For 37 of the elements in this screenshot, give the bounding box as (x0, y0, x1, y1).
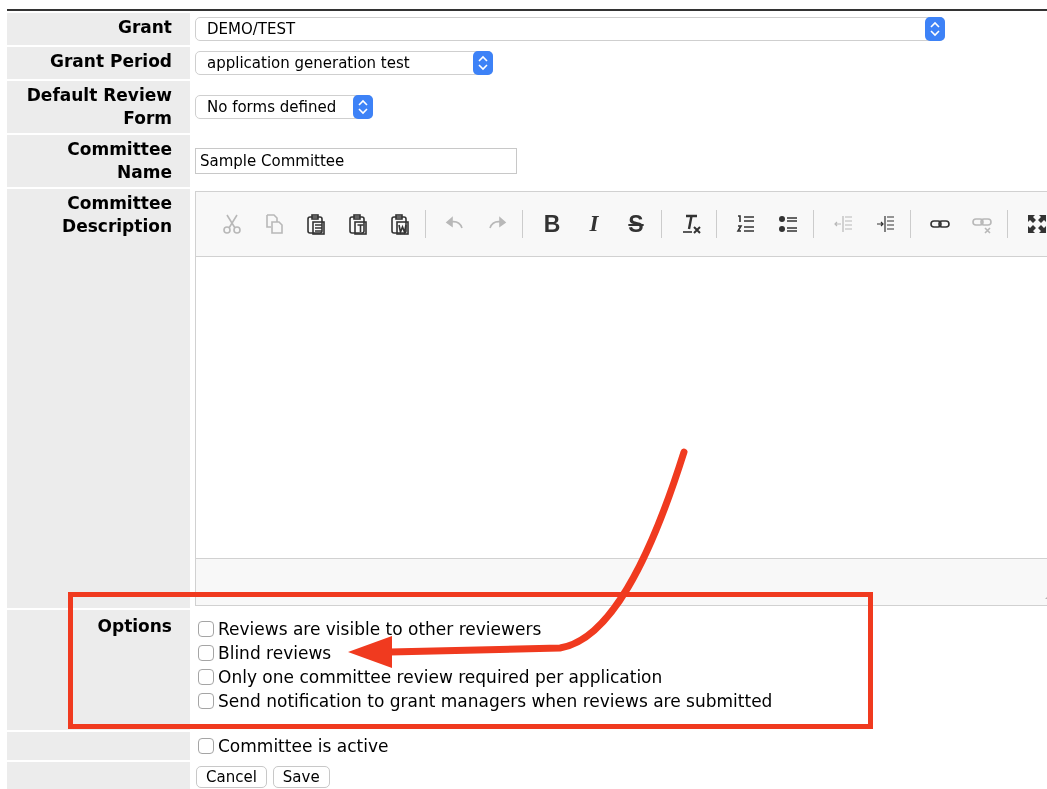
checkbox-label[interactable]: Send notification to grant managers when reviews are submitted (218, 691, 773, 711)
field-label: Default Review Form (7, 81, 190, 133)
review-form-select[interactable]: No forms defined (195, 95, 373, 119)
checkbox-label[interactable]: Reviews are visible to other reviewers (218, 619, 542, 639)
checkbox[interactable] (198, 645, 214, 661)
numbered-list-icon[interactable] (735, 213, 757, 235)
field-label: Grant Period (7, 47, 190, 79)
bulleted-list-icon[interactable] (777, 213, 799, 235)
format-button[interactable]: I (583, 213, 605, 235)
checkbox[interactable] (198, 621, 214, 637)
format-button[interactable]: B (541, 213, 563, 235)
checkbox[interactable] (198, 693, 214, 709)
checkbox[interactable] (198, 669, 214, 685)
grant-select[interactable]: DEMO/TEST (195, 17, 945, 41)
clipboard-word-icon[interactable] (389, 213, 411, 235)
save-button[interactable]: Save (272, 766, 330, 788)
clipboard-text-icon[interactable] (347, 213, 369, 235)
stepper-icon (473, 51, 493, 75)
stepper-icon (925, 17, 945, 41)
format-button[interactable]: S (625, 213, 647, 235)
field-label: Committee Description (7, 189, 190, 608)
committee-name-input[interactable]: Sample Committee (195, 148, 517, 174)
clear-format-icon[interactable] (680, 213, 702, 235)
indent-icon[interactable] (874, 213, 896, 235)
checkbox-label[interactable]: Committee is active (218, 736, 389, 756)
field-label: Committee Name (7, 135, 190, 187)
stepper-icon (353, 95, 373, 119)
checkbox[interactable] (198, 738, 214, 754)
cancel-button[interactable]: Cancel (196, 766, 267, 788)
checkbox-label[interactable]: Only one committee review required per application (218, 667, 663, 687)
grant-period-select[interactable]: application generation test (195, 51, 493, 75)
rich-text-editor[interactable]: B I S (195, 191, 1047, 606)
field-label: Grant (7, 13, 190, 45)
maximize-icon[interactable] (1026, 213, 1047, 235)
checkbox-label[interactable]: Blind reviews (218, 643, 332, 663)
clipboard-icon[interactable] (305, 213, 327, 235)
field-label: Options (7, 610, 190, 730)
